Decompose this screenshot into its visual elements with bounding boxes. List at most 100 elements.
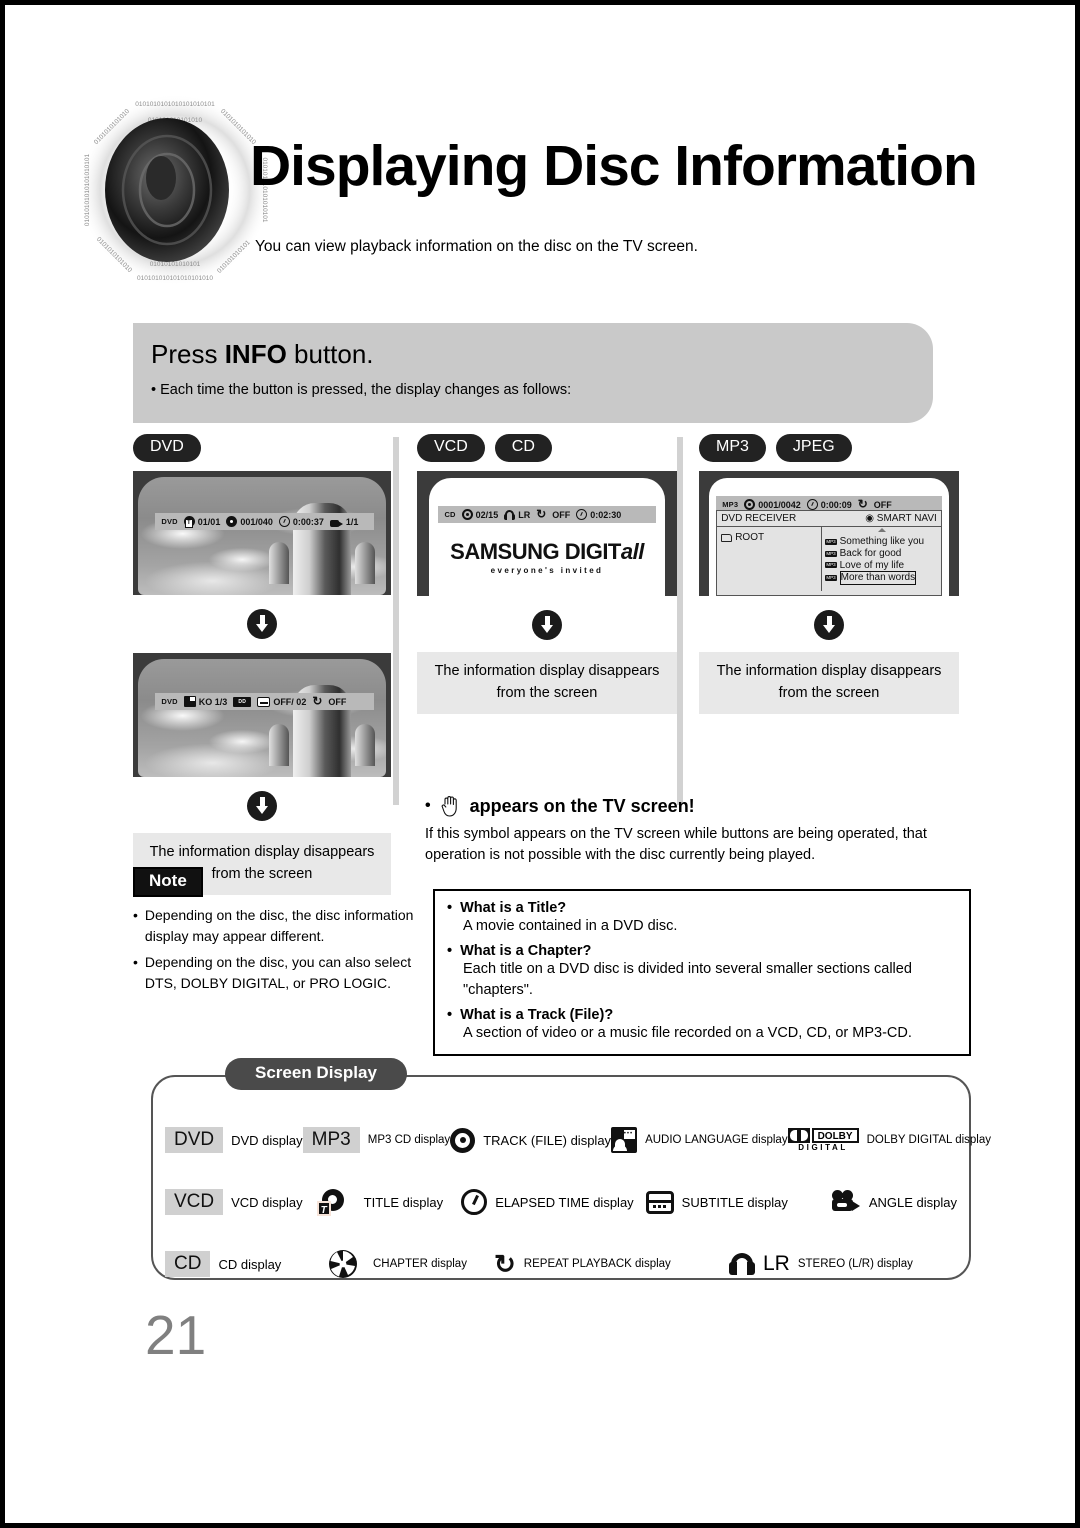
mp3-badge: MP3 <box>302 1126 360 1154</box>
dvd-screen-1: DVD 01/01 001/040 0:00:37 1/1 <box>133 471 391 595</box>
definition-item: • What is a Title? A movie contained in a… <box>447 900 957 936</box>
legend-label: MP3 CD display <box>367 1134 451 1146</box>
note-item-text: Depending on the disc, the disc informat… <box>144 907 414 944</box>
note-section: Note • Depending on the disc, the disc i… <box>133 867 433 999</box>
arrow-down-icon-vcd <box>532 610 562 640</box>
repeat-playback-icon: ↻ <box>494 1249 516 1279</box>
hand-body-text: If this symbol appears on the TV screen … <box>425 826 927 864</box>
dvd-osd-bar-1: DVD 01/01 001/040 0:00:37 1/1 <box>155 513 374 530</box>
definitions-box: • What is a Title? A movie contained in a… <box>433 889 971 1057</box>
arrow-down-icon-dvd-2 <box>247 791 277 821</box>
stereo-lr-label: LR <box>763 1252 790 1275</box>
hand-icon <box>441 796 457 817</box>
definition-answer: A section of video or a music file recor… <box>463 1024 912 1041</box>
list-item: • Depending on the disc, the disc inform… <box>133 905 433 947</box>
pill-mp3: MP3 <box>699 434 766 462</box>
pill-dvd: DVD <box>133 434 201 462</box>
dvd-badge: DVD <box>165 1126 224 1154</box>
track-label: Love of my life <box>839 559 905 571</box>
legend-label: DVD display <box>231 1132 303 1148</box>
page-frame: 0101010101010101010101 01010101010101010… <box>0 0 1080 1528</box>
cd-badge: CD <box>165 1250 211 1278</box>
legend-label: STEREO (L/R) display <box>797 1258 913 1270</box>
osd-subtitle-value: OFF/ 02 <box>273 696 307 707</box>
mp3-tag-icon: MP3 <box>825 538 837 545</box>
folder-icon <box>721 533 733 542</box>
osd-repeat-value: OFF <box>552 509 571 520</box>
navi-folder-pane[interactable]: ROOT <box>717 527 823 591</box>
legend-row: DVD DVD display MP3 MP3 CD display TRACK… <box>165 1109 991 1171</box>
pill-vcd: VCD <box>417 434 485 462</box>
audio-language-icon <box>183 696 196 707</box>
vcd-screen: CD 02/15 LR ↻ OFF 0:02:30 SAMSUNG DIGITal… <box>417 471 677 596</box>
page-header: 0101010101010101010101 01010101010101010… <box>75 90 1015 305</box>
note-list: • Depending on the disc, the disc inform… <box>133 905 433 994</box>
samsung-logo-italic: all <box>620 539 644 565</box>
dvd-screen-2: DVD KO 1/3 DD OFF/ 02 ↻ OFF <box>133 653 391 777</box>
samsung-logo-text: SAMSUNG DIGIT <box>450 539 621 565</box>
osd-chapter-value: 001/040 <box>240 516 273 527</box>
page-title: Displaying Disc Information <box>250 134 978 198</box>
scroll-up-icon[interactable] <box>877 528 886 532</box>
repeat-icon: ↻ <box>536 507 547 521</box>
elapsed-time-icon <box>806 499 818 510</box>
bullet: • <box>447 900 453 916</box>
legend-label: VCD display <box>231 1194 303 1210</box>
column-divider-2 <box>677 437 683 805</box>
title-icon: T <box>316 1188 344 1216</box>
navi-right-header: ◉ SMART NAVI <box>865 513 937 524</box>
osd-time-value: 0:02:30 <box>590 509 622 520</box>
legend-label: REPEAT PLAYBACK display <box>523 1258 671 1270</box>
hand-symbol-section: • appears on the TV screen! If this symb… <box>425 795 985 866</box>
elapsed-time-icon <box>576 509 588 520</box>
bullet: • <box>425 797 431 814</box>
note-tag: Note <box>133 867 203 897</box>
osd-disc-type: MP3 <box>722 500 739 509</box>
osd-disc-type: CD <box>444 510 456 519</box>
mp3-tag-icon: MP3 <box>825 575 837 582</box>
list-item[interactable]: MP3 Love of my life <box>825 560 937 572</box>
legend-label: CHAPTER display <box>373 1258 467 1270</box>
screen-display-legend: Screen Display DVD DVD display MP3 MP3 C… <box>151 1058 991 1280</box>
samsung-digitall-logo: SAMSUNG DIGITall everyone's invited <box>429 539 665 575</box>
audio-language-icon: ••• <box>611 1127 638 1153</box>
dvd-osd-bar-2: DVD KO 1/3 DD OFF/ 02 ↻ OFF <box>155 693 374 710</box>
definition-item: • What is a Track (File)? A section of vi… <box>447 1007 957 1043</box>
list-item-selected[interactable]: MP3 More than words <box>825 571 937 586</box>
page-number: 21 <box>145 1304 207 1366</box>
track-icon <box>461 509 473 520</box>
hand-heading-row: • appears on the TV screen! <box>425 795 985 817</box>
definition-question: • What is a Track (File)? <box>447 1006 614 1023</box>
track-icon <box>744 499 756 510</box>
svg-text:01010101010101010101: 01010101010101010101 <box>84 153 91 226</box>
osd-disc-type: DVD <box>161 517 178 526</box>
navi-left-header: DVD RECEIVER <box>721 513 797 524</box>
legend-row: VCD VCD display T TITLE display ELAPSED … <box>165 1171 957 1233</box>
osd-track-value: 0001/0042 <box>758 499 801 510</box>
list-item[interactable]: MP3 Back for good <box>825 548 937 560</box>
dolby-digital-icon: DOLBY DIGITAL <box>787 1127 859 1153</box>
legend-label: ANGLE display <box>868 1194 957 1210</box>
samsung-logo-tagline: everyone's invited <box>490 566 604 576</box>
arrow-down-icon-dvd-1 <box>247 609 277 639</box>
vcd-osd-bar: CD 02/15 LR ↻ OFF 0:02:30 <box>438 506 656 523</box>
definition-question: • What is a Title? <box>447 900 567 916</box>
osd-time-value: 0:00:37 <box>292 516 324 527</box>
navi-track-pane[interactable]: MP3 Something like you MP3 Back for good M… <box>822 527 940 591</box>
legend-label: SUBTITLE display <box>681 1194 788 1210</box>
osd-title-value: 01/01 <box>197 516 221 527</box>
legend-label: TRACK (FILE) display <box>483 1132 612 1148</box>
press-info-heading: Press INFO button. <box>151 339 374 370</box>
folder-root-item[interactable]: ROOT <box>721 532 817 544</box>
bullet: • <box>133 907 138 923</box>
column-divider-1 <box>393 437 399 805</box>
osd-repeat-value: OFF <box>873 499 892 510</box>
page-subtitle: You can view playback information on the… <box>255 238 698 255</box>
repeat-icon: ↻ <box>312 694 323 708</box>
legend-label: AUDIO LANGUAGE display <box>645 1134 788 1146</box>
definition-item: • What is a Chapter? Each title on a DVD … <box>447 943 957 1000</box>
dvd-pill-row: DVD <box>133 433 391 463</box>
svg-text:010101010101010101010: 010101010101010101010 <box>137 275 213 282</box>
press-suffix: button. <box>286 339 374 369</box>
list-item[interactable]: MP3 Something like you <box>825 536 937 548</box>
